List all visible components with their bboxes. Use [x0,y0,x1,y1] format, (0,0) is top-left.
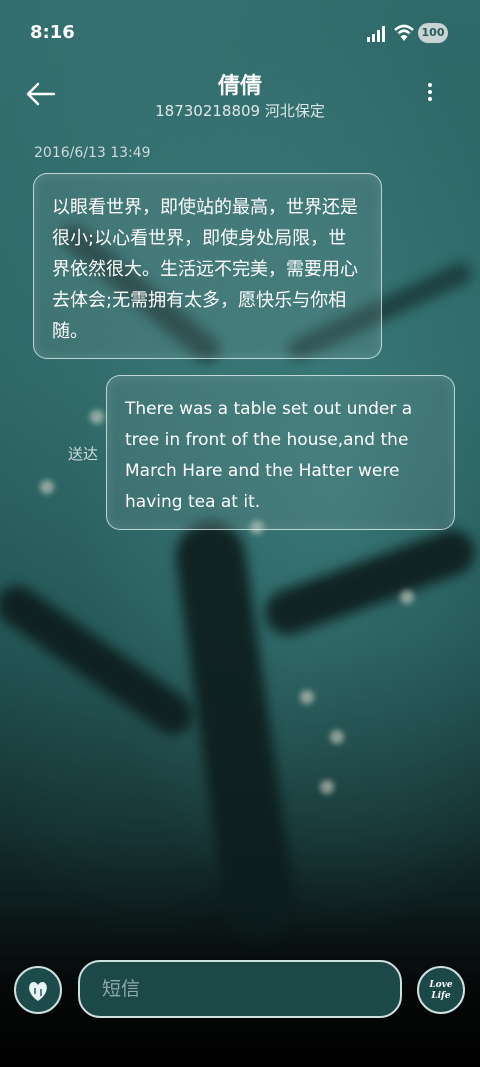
more-vert-icon[interactable] [420,80,440,108]
contact-info: 18730218809 河北保定 [155,102,325,120]
love-life-button[interactable]: Love Life [417,966,465,1014]
wifi-icon [394,24,414,41]
outgoing-message-bubble[interactable]: There was a table set out under a tree i… [106,375,455,530]
battery-indicator: 100 [418,23,448,43]
life-label: Life [431,991,451,1001]
status-bar: 8:16 100 [0,0,480,68]
contact-name: 倩倩 [217,74,262,99]
signal-icon [367,26,385,42]
message-input[interactable]: 短信 [78,960,402,1018]
love-label: Love [429,980,453,990]
delivery-status: 送达 [68,445,99,463]
status-time: 8:16 [30,22,75,43]
heart-icon [29,982,47,1001]
heart-icon-button[interactable] [14,966,62,1014]
composer-bar: 短信 Love Life [0,955,480,1025]
message-timestamp: 2016/6/13 13:49 [34,145,151,161]
incoming-message-bubble[interactable]: 以眼看世界，即使站的最高，世界还是很小;以心看世界，即使身处局限，世界依然很大。… [33,173,382,359]
conversation-header: 倩倩 18730218809 河北保定 [0,68,480,128]
